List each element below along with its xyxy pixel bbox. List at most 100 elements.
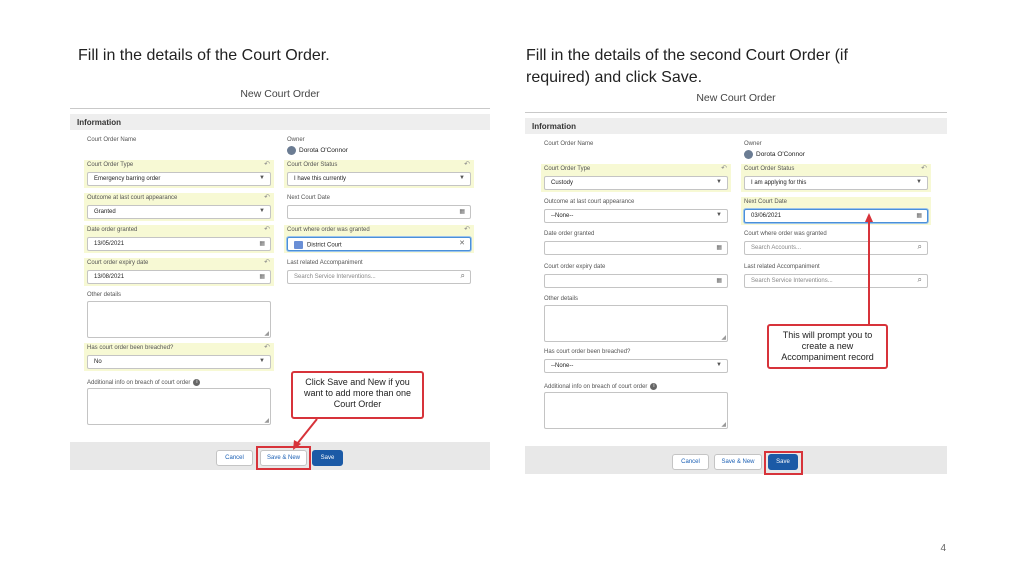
court-order-type-label: Court Order Type xyxy=(87,162,134,168)
owner-value[interactable]: Dorota O'Connor xyxy=(287,146,348,155)
search-icon: ⌕ xyxy=(917,275,922,284)
next-court-date-input[interactable]: ▦ xyxy=(287,205,471,219)
court-where-lookup[interactable]: District Court ✕ xyxy=(287,237,471,251)
owner-name: Dorota O'Connor xyxy=(299,147,348,154)
expiry-field: Court order expiry date ▦ xyxy=(541,262,731,290)
undo-icon[interactable]: ↶ xyxy=(264,258,270,266)
last-accompaniment-field: Last related Accompaniment Search Servic… xyxy=(741,262,931,290)
avatar xyxy=(744,150,753,159)
calendar-icon[interactable]: ▦ xyxy=(716,277,722,284)
undo-icon[interactable]: ↶ xyxy=(921,164,927,172)
breached-label: Has court order been breached? xyxy=(544,349,631,355)
expiry-input[interactable]: 13/08/2021 ▦ xyxy=(87,270,271,284)
undo-icon[interactable]: ↶ xyxy=(264,343,270,351)
court-order-type-select[interactable]: Custody ▼ xyxy=(544,176,728,190)
calendar-icon[interactable]: ▦ xyxy=(916,212,922,219)
right-heading: Fill in the details of the second Court … xyxy=(526,47,848,86)
other-details-textarea[interactable]: ◢ xyxy=(87,301,271,338)
other-details-field: Other details ◢ xyxy=(70,291,280,341)
last-accompaniment-search[interactable]: Search Service Interventions... ⌕ xyxy=(287,270,471,284)
avatar xyxy=(287,146,296,155)
next-court-date-label: Next Court Date xyxy=(744,199,788,205)
outcome-select[interactable]: Granted ▼ xyxy=(87,205,271,219)
breached-label: Has court order been breached? xyxy=(87,345,174,351)
section-information: Information xyxy=(525,118,947,134)
undo-icon[interactable]: ↶ xyxy=(264,160,270,168)
close-icon[interactable]: ✕ xyxy=(459,239,465,247)
additional-info-textarea[interactable]: ◢ xyxy=(544,392,728,429)
chevron-down-icon: ▼ xyxy=(259,358,265,364)
modal-footer: Cancel Save & New Save xyxy=(525,446,947,474)
chevron-down-icon: ▼ xyxy=(459,175,465,181)
calendar-icon[interactable]: ▦ xyxy=(459,208,465,215)
right-callout: This will prompt you to create a new Acc… xyxy=(767,324,888,369)
last-accompaniment-field: Last related Accompaniment Search Servic… xyxy=(284,258,474,286)
undo-icon[interactable]: ↶ xyxy=(264,225,270,233)
breached-select[interactable]: --None-- ▼ xyxy=(544,359,728,373)
undo-icon[interactable]: ↶ xyxy=(721,164,727,172)
cancel-button[interactable]: Cancel xyxy=(672,454,709,470)
last-accompaniment-label: Last related Accompaniment xyxy=(287,260,363,266)
search-icon: ⌕ xyxy=(460,271,465,280)
court-order-status-select[interactable]: I have this currently ▼ xyxy=(287,172,471,186)
owner-name: Dorota O'Connor xyxy=(756,151,805,158)
undo-icon[interactable]: ↶ xyxy=(464,160,470,168)
court-where-lookup[interactable]: Search Accounts... ⌕ xyxy=(744,241,928,255)
owner-field: Owner Dorota O'Connor xyxy=(270,136,480,160)
calendar-icon[interactable]: ▦ xyxy=(259,240,265,247)
save-and-new-button[interactable]: Save & New xyxy=(714,454,762,470)
resize-handle-icon[interactable]: ◢ xyxy=(264,417,269,424)
cancel-button[interactable]: Cancel xyxy=(216,450,253,466)
expiry-label: Court order expiry date xyxy=(87,260,149,266)
other-details-label: Other details xyxy=(87,292,122,298)
court-order-status-label: Court Order Status xyxy=(744,166,795,172)
other-details-label: Other details xyxy=(544,296,579,302)
undo-icon[interactable]: ↶ xyxy=(264,193,270,201)
info-icon[interactable]: i xyxy=(650,383,658,390)
owner-value[interactable]: Dorota O'Connor xyxy=(744,150,805,159)
court-order-name-label: Court Order Name xyxy=(544,141,594,147)
last-accompaniment-label: Last related Accompaniment xyxy=(744,264,820,270)
modal-title: New Court Order xyxy=(240,88,320,100)
breached-field: Has court order been breached? --None-- ▼ xyxy=(527,347,737,375)
court-where-field: Court where order was granted ↶ District… xyxy=(284,225,474,253)
last-accompaniment-search[interactable]: Search Service Interventions... ⌕ xyxy=(744,274,928,288)
resize-handle-icon[interactable]: ◢ xyxy=(721,334,726,341)
save-button[interactable]: Save xyxy=(312,450,343,466)
next-court-date-field: Next Court Date 03/06/2021 ▦ xyxy=(741,197,931,225)
date-granted-label: Date order granted xyxy=(544,231,595,237)
calendar-icon[interactable]: ▦ xyxy=(259,273,265,280)
resize-handle-icon[interactable]: ◢ xyxy=(721,421,726,428)
left-heading: Fill in the details of the Court Order. xyxy=(78,47,330,64)
additional-info-textarea[interactable]: ◢ xyxy=(87,388,271,425)
court-order-type-label: Court Order Type xyxy=(544,166,591,172)
chevron-down-icon: ▼ xyxy=(259,208,265,214)
resize-handle-icon[interactable]: ◢ xyxy=(264,330,269,337)
next-court-date-field: Next Court Date ▦ xyxy=(284,193,474,221)
other-details-field: Other details ◢ xyxy=(527,295,737,345)
chevron-down-icon: ▼ xyxy=(716,212,722,218)
modal-title: New Court Order xyxy=(696,92,776,104)
expiry-field: Court order expiry date ↶ 13/08/2021 ▦ xyxy=(84,258,274,286)
additional-info-label: Additional info on breach of court order… xyxy=(544,383,658,390)
additional-info-field: Additional info on breach of court order… xyxy=(527,382,737,432)
date-granted-input[interactable]: ▦ xyxy=(544,241,728,255)
info-icon[interactable]: i xyxy=(193,379,201,386)
left-callout: Click Save and New if you want to add mo… xyxy=(291,371,424,419)
other-details-textarea[interactable]: ◢ xyxy=(544,305,728,342)
outcome-field: Outcome at last court appearance --None-… xyxy=(541,197,731,225)
expiry-input[interactable]: ▦ xyxy=(544,274,728,288)
calendar-icon[interactable]: ▦ xyxy=(716,244,722,251)
date-granted-label: Date order granted xyxy=(87,227,138,233)
date-granted-input[interactable]: 13/05/2021 ▦ xyxy=(87,237,271,251)
court-order-status-label: Court Order Status xyxy=(287,162,338,168)
court-order-type-select[interactable]: Emergency barring order ▼ xyxy=(87,172,271,186)
breached-select[interactable]: No ▼ xyxy=(87,355,271,369)
court-order-status-select[interactable]: I am applying for this ▼ xyxy=(744,176,928,190)
owner-label: Owner xyxy=(287,137,305,143)
outcome-select[interactable]: --None-- ▼ xyxy=(544,209,728,223)
next-court-date-input[interactable]: 03/06/2021 ▦ xyxy=(744,209,928,223)
outcome-label: Outcome at last court appearance xyxy=(87,195,178,201)
date-granted-field: Date order granted ▦ xyxy=(541,229,731,257)
undo-icon[interactable]: ↶ xyxy=(464,225,470,233)
